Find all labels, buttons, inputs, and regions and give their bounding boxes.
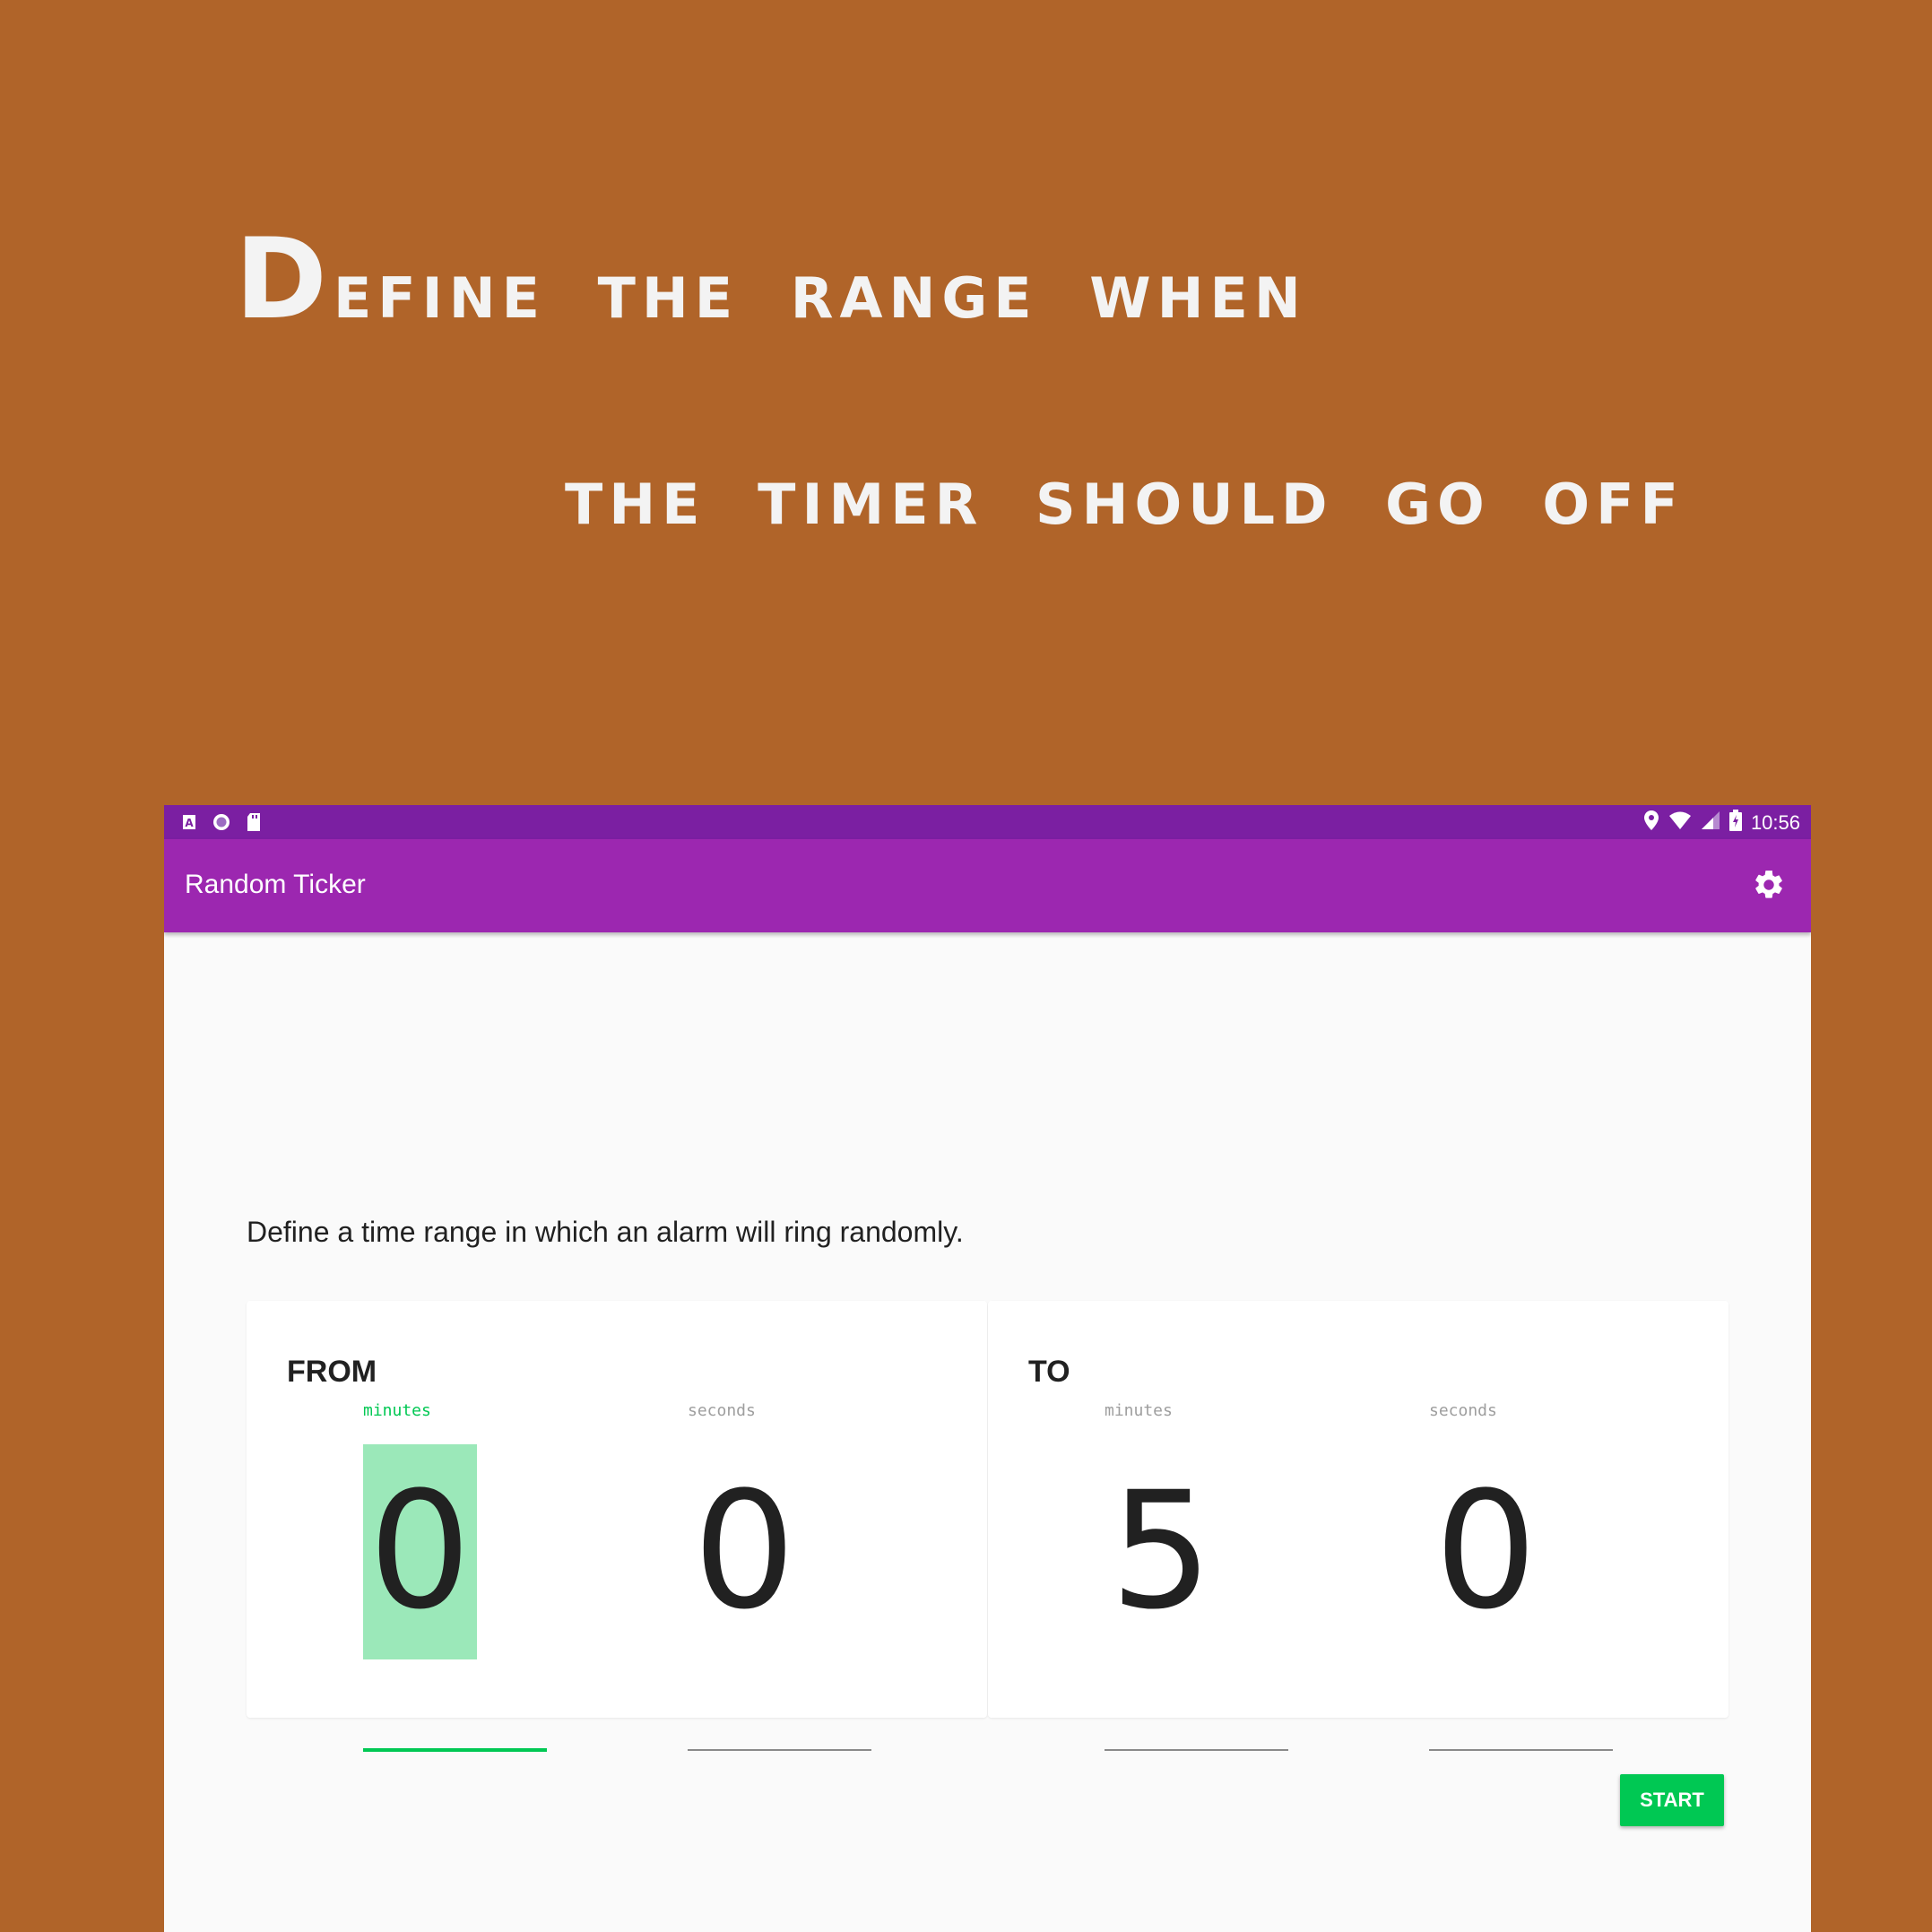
battery-icon: [1728, 810, 1742, 836]
svg-text:A: A: [185, 817, 194, 829]
location-icon: [1643, 810, 1659, 836]
to-minutes-label: minutes: [1105, 1401, 1173, 1420]
from-minutes-underline: [363, 1748, 547, 1752]
circle-icon: [212, 812, 230, 832]
from-seconds-value[interactable]: 0: [688, 1444, 801, 1659]
status-bar: A 10:56: [164, 805, 1811, 839]
to-minutes-field[interactable]: minutes 5: [1105, 1401, 1288, 1751]
sd-card-icon: [245, 812, 263, 832]
from-minutes-value[interactable]: 0: [363, 1444, 477, 1659]
to-title: TO: [1028, 1355, 1070, 1389]
signal-icon: [1701, 810, 1720, 835]
from-minutes-label: minutes: [363, 1401, 431, 1420]
headline-line-1: Define the range when: [235, 215, 1307, 344]
from-card: FROM minutes 0 seconds 0: [247, 1301, 987, 1752]
promo-headline: Define the range when the timer should g…: [0, 0, 1932, 771]
from-title: FROM: [287, 1355, 377, 1389]
from-seconds-label: seconds: [688, 1401, 756, 1420]
headline-line-2: the timer should go off: [565, 450, 1685, 542]
a-icon: A: [180, 812, 198, 832]
clock-time: 10:56: [1750, 810, 1800, 834]
to-minutes-value[interactable]: 5: [1105, 1444, 1218, 1659]
gear-icon[interactable]: [1752, 868, 1786, 902]
app-title: Random Ticker: [185, 870, 366, 899]
from-seconds-underline: [688, 1749, 871, 1751]
to-seconds-field[interactable]: seconds 0: [1429, 1401, 1613, 1751]
from-minutes-field[interactable]: minutes 0: [363, 1401, 547, 1752]
device-screen: A 10:56 Random Ticker Define a time rang…: [164, 805, 1811, 1932]
from-seconds-field[interactable]: seconds 0: [688, 1401, 871, 1751]
to-seconds-value[interactable]: 0: [1429, 1444, 1543, 1659]
start-button[interactable]: START: [1620, 1774, 1724, 1826]
app-bar: Random Ticker: [164, 839, 1811, 932]
description-text: Define a time range in which an alarm wi…: [247, 1216, 964, 1248]
to-seconds-label: seconds: [1429, 1401, 1497, 1420]
to-minutes-underline: [1105, 1749, 1288, 1751]
wifi-icon: [1668, 810, 1692, 835]
to-seconds-underline: [1429, 1749, 1613, 1751]
to-card: TO minutes 5 seconds 0: [988, 1301, 1728, 1751]
